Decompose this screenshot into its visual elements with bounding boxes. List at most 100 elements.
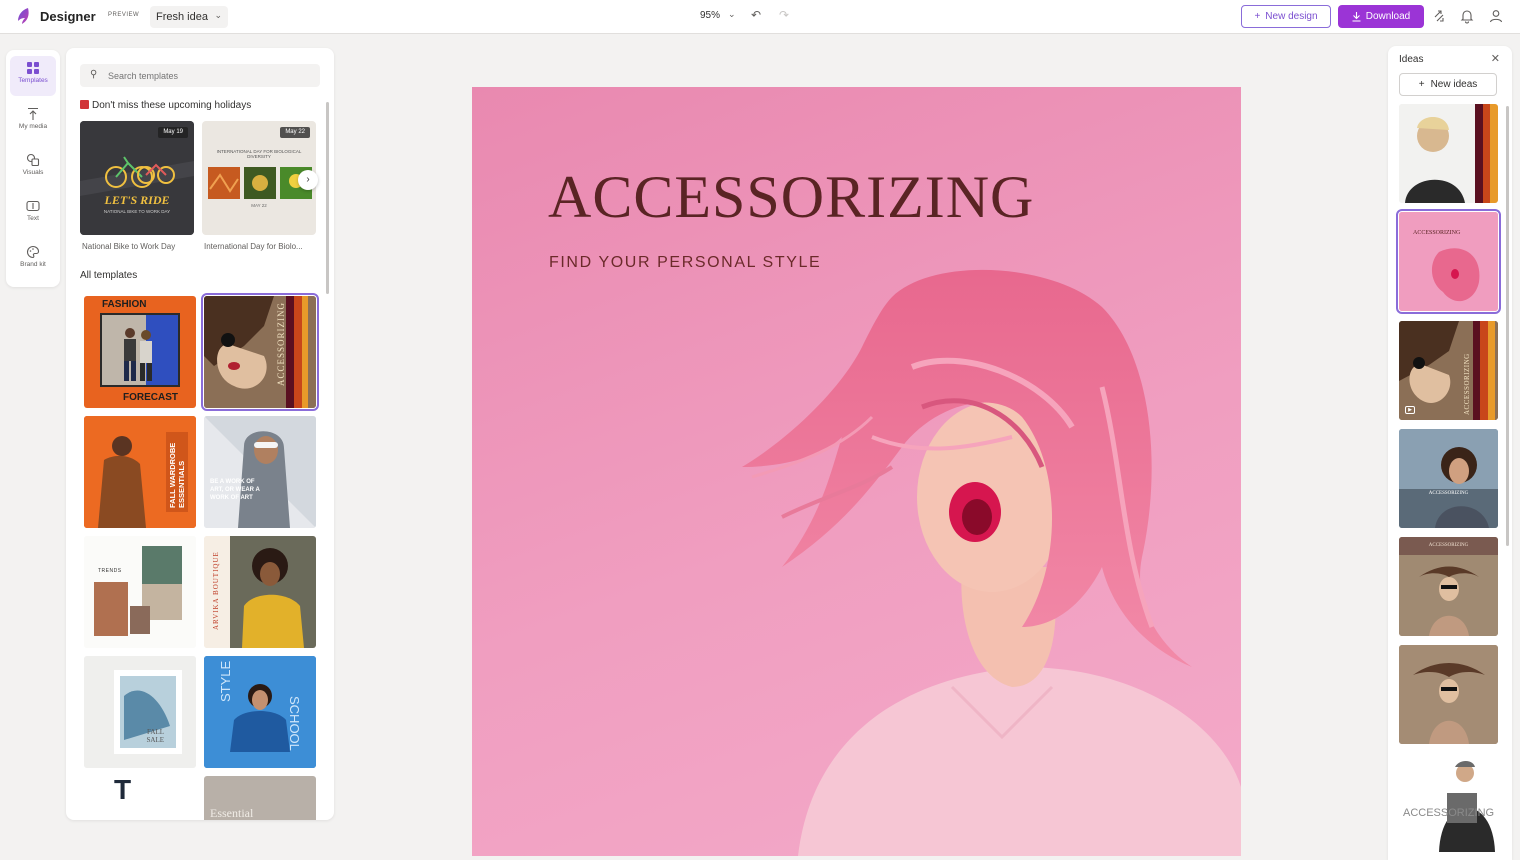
idea-man-accessorizing-photo — [1399, 753, 1498, 852]
zoom-level[interactable]: 95% — [700, 10, 720, 21]
holidays-heading: Don't miss these upcoming holidays — [80, 100, 251, 111]
trends-collage — [84, 536, 196, 648]
idea-thumb-7[interactable]: ACCESSORIZING — [1399, 753, 1498, 852]
holiday-label: National Bike to Work Day — [82, 242, 176, 251]
download-button[interactable]: Download — [1338, 5, 1424, 28]
idea-select[interactable]: Fresh idea ⌄ — [150, 6, 228, 28]
rail-item-templates[interactable]: Templates — [10, 56, 56, 96]
redo-icon[interactable]: ↷ — [779, 8, 789, 22]
holiday-art-sub: MAY 22 — [251, 203, 267, 208]
canvas-title[interactable]: ACCESSORIZING — [548, 163, 1034, 232]
rail-label: Brand kit — [20, 261, 46, 268]
boutique-photo — [204, 536, 316, 648]
template-trends[interactable]: TRENDS — [84, 536, 196, 648]
canvas-subtitle[interactable]: FIND YOUR PERSONAL STYLE — [549, 254, 821, 272]
designer-logo-icon[interactable] — [14, 6, 34, 26]
date-tag: May 19 — [158, 127, 188, 138]
account-icon[interactable] — [1488, 8, 1504, 24]
idea-thumb-text: ACCESSORIZING — [1403, 807, 1495, 819]
idea-blue-photo — [1399, 429, 1498, 528]
template-essential[interactable]: Essential — [204, 776, 316, 820]
new-design-button[interactable]: + New design — [1241, 5, 1331, 28]
template-text: TRENDS — [98, 568, 122, 574]
holidays-title: Don't miss these upcoming holidays — [92, 100, 252, 111]
search-box[interactable]: ⚲ — [80, 64, 320, 87]
idea-thumb-1[interactable] — [1399, 104, 1498, 203]
template-fall-wardrobe[interactable]: FALL WARDROBE ESSENTIALS — [84, 416, 196, 528]
template-vertical-text: ARVIKA BOUTIQUE — [212, 551, 220, 630]
fashion-photo — [100, 313, 180, 387]
idea-thumb-4[interactable]: ACCESSORIZING — [1399, 429, 1498, 528]
template-text: Essential — [210, 806, 254, 820]
new-ideas-label: New ideas — [1430, 79, 1478, 90]
palette-icon — [27, 245, 40, 259]
idea-thumb-3[interactable]: ACCESSORIZING ▶ — [1399, 321, 1498, 420]
hero-photo-pink-hair[interactable] — [722, 267, 1241, 856]
template-text-side: SCHOOL — [287, 696, 302, 751]
plus-icon: + — [1254, 11, 1261, 22]
idea-thumb-6[interactable] — [1399, 645, 1498, 744]
rail-item-text[interactable]: Text — [10, 194, 56, 234]
rail-item-brand-kit[interactable]: Brand kit — [10, 240, 56, 280]
left-rail: Templates My media Visuals Text Brand ki… — [6, 50, 60, 287]
shapes-icon — [26, 153, 40, 167]
chevron-right-icon: › — [306, 174, 310, 185]
video-icon: ▶ — [1405, 406, 1415, 414]
template-t[interactable]: T — [84, 776, 196, 820]
app-name: Designer — [40, 9, 96, 24]
holiday-art-title: INTERNATIONAL DAY FOR BIOLOGICAL DIVERSI… — [216, 149, 302, 159]
ideas-scrollbar[interactable] — [1506, 106, 1509, 546]
template-fall-sale[interactable]: FALL SALE — [84, 656, 196, 768]
accessorizing-photo — [204, 296, 316, 408]
template-fashion-forecast[interactable]: FASHION FORECAST — [84, 296, 196, 408]
all-templates-title: All templates — [80, 270, 138, 281]
idea-thumb-text: ACCESSORIZING — [1413, 230, 1461, 236]
rail-item-visuals[interactable]: Visuals — [10, 148, 56, 188]
idea-tan-photo — [1399, 537, 1498, 636]
idea-brown-photo — [1399, 321, 1498, 420]
template-work-of-art[interactable]: BE A WORK OF ART, OR WEAR A WORK OF ART — [204, 416, 316, 528]
template-text-bottom: FORECAST — [123, 392, 178, 403]
idea-pink-photo — [1399, 212, 1498, 311]
panel-scrollbar[interactable] — [326, 102, 329, 294]
carousel-next-button[interactable]: › — [298, 170, 318, 190]
rail-item-my-media[interactable]: My media — [10, 102, 56, 142]
template-vertical-text: ACCESSORIZING — [276, 301, 286, 386]
idea-thumb-5[interactable]: ACCESSORIZING — [1399, 537, 1498, 636]
search-input[interactable] — [108, 66, 308, 85]
template-text-top: FASHION — [102, 299, 147, 310]
plus-icon: + — [1418, 79, 1425, 90]
holiday-card-bike[interactable]: May 19 LET'S RIDE NATIONAL BIKE TO WORK … — [80, 121, 194, 235]
template-arvika-boutique[interactable]: ARVIKA BOUTIQUE — [204, 536, 316, 648]
chevron-down-icon: ⌄ — [214, 10, 222, 20]
bell-icon[interactable] — [1459, 8, 1475, 24]
idea-man-photo — [1399, 104, 1498, 203]
calendar-icon — [80, 100, 89, 109]
template-vertical-text: FALL WARDROBE ESSENTIALS — [168, 442, 186, 508]
search-icon: ⚲ — [90, 69, 98, 80]
new-ideas-button[interactable]: + New ideas — [1399, 73, 1497, 96]
work-of-art-photo — [204, 416, 316, 528]
template-text: FALL SALE — [146, 728, 165, 744]
fall-sale-photo — [84, 656, 196, 768]
top-bar: Designer PREVIEW Fresh idea ⌄ 95% ⌄ ↶ ↷ … — [0, 0, 1520, 34]
template-style-school[interactable]: STYLE SCHOOL — [204, 656, 316, 768]
templates-panel: ⚲ Don't miss these upcoming holidays May… — [66, 48, 334, 820]
idea-thumb-text: ACCESSORIZING — [1428, 543, 1469, 548]
download-label: Download — [1365, 11, 1411, 22]
template-accessorizing[interactable]: ACCESSORIZING — [201, 293, 319, 411]
template-text-top: STYLE — [218, 660, 233, 702]
share-icon[interactable] — [1432, 8, 1448, 24]
idea-tan-plain-photo — [1399, 645, 1498, 744]
close-icon[interactable]: ✕ — [1491, 52, 1500, 65]
new-design-label: New design — [1265, 11, 1318, 22]
ideas-panel: Ideas ✕ + New ideas ACCESSORIZING ACCESS… — [1388, 46, 1512, 860]
template-quote-text: BE A WORK OF ART, OR WEAR A WORK OF ART — [210, 479, 260, 501]
holiday-label: International Day for Biolo... — [204, 242, 303, 251]
chevron-down-icon[interactable]: ⌄ — [728, 9, 736, 20]
idea-thumb-text: ACCESSORIZING — [1428, 491, 1469, 496]
undo-icon[interactable]: ↶ — [751, 8, 761, 22]
idea-thumb-2[interactable]: ACCESSORIZING — [1396, 209, 1501, 314]
templates-icon — [27, 62, 39, 74]
design-canvas[interactable]: ACCESSORIZING FIND YOUR PERSONAL STYLE — [472, 87, 1241, 856]
